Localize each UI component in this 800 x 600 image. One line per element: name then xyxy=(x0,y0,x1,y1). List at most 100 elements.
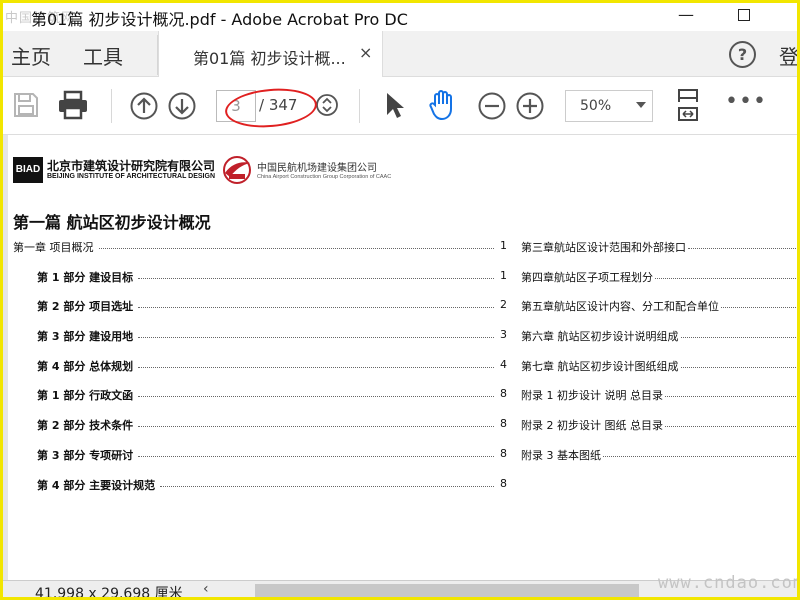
toc-entry-page: 8 xyxy=(500,417,507,431)
zoom-select[interactable]: 50% xyxy=(565,90,653,122)
chevron-down-icon xyxy=(636,102,646,108)
toc-leader xyxy=(138,447,494,457)
toc-entry-label: 第 2 部分 技术条件 xyxy=(37,419,134,433)
document-tab-label: 第01篇 初步设计概... xyxy=(193,49,346,68)
toolbar-separator xyxy=(111,89,112,123)
close-tab-button[interactable]: × xyxy=(359,43,372,62)
toc-entry-page: 2 xyxy=(500,298,507,312)
hand-tool-icon[interactable] xyxy=(427,89,459,121)
document-heading: 第一篇 航站区初步设计概况 xyxy=(13,213,211,232)
toc-entry-label: 第四章航站区子项工程划分 xyxy=(521,270,653,284)
toc-entry-label: 第一章 项目概况 xyxy=(13,241,94,254)
toc-entry-label: 第五章航站区设计内容、分工和配合单位 xyxy=(521,300,719,314)
toc-entry[interactable]: 第 4 部分 主要设计规范 8 xyxy=(13,477,507,507)
toc-leader xyxy=(664,387,797,398)
maximize-icon xyxy=(738,9,750,21)
toc-entry[interactable]: 第 2 部分 技术条件 8 xyxy=(13,417,507,447)
scroll-left-button[interactable]: ‹ xyxy=(203,581,209,597)
toc-leader xyxy=(160,477,494,487)
fit-page-icon[interactable] xyxy=(675,88,701,124)
toc-entry[interactable]: 第 4 部分 总体规划 4 xyxy=(13,358,507,388)
toc-leader xyxy=(138,387,494,398)
toc-left-column: 第一章 项目概况 1 第 1 部分 建设目标 1 第 2 部分 项目选址 2 第 3 … xyxy=(13,239,507,506)
toc-leader xyxy=(138,328,494,339)
page-stepper-icon[interactable] xyxy=(315,93,339,117)
toc-entry[interactable]: 第 2 部分 项目选址 2 xyxy=(13,298,507,328)
page-dimensions: 41.998 x 29.698 厘米 xyxy=(35,586,183,600)
toc-entry-label: 第 3 部分 专项研讨 xyxy=(37,448,134,462)
document-tab[interactable]: 第01篇 初步设计概... × xyxy=(158,31,383,78)
toolbar: 3 / 347 50% ••• xyxy=(3,77,797,135)
toc-entry[interactable]: 第 1 部分 建设目标 1 xyxy=(13,269,507,299)
zoom-value: 50% xyxy=(580,98,612,114)
next-page-icon[interactable] xyxy=(167,91,197,121)
toc-entry[interactable]: 附录 3 基本图纸 xyxy=(521,447,797,477)
zoom-out-icon[interactable] xyxy=(477,91,507,121)
toc-entry-label: 第 2 部分 项目选址 xyxy=(37,300,134,314)
toc-leader xyxy=(680,358,797,368)
toc-entry-label: 第 4 部分 总体规划 xyxy=(37,359,134,373)
toc-leader xyxy=(138,298,494,309)
toc-entry[interactable]: 第 3 部分 专项研讨 8 xyxy=(13,447,507,477)
toc-entry[interactable]: 第六章 航站区初步设计说明组成 xyxy=(521,328,797,358)
toc-entry-page: 4 xyxy=(500,357,507,371)
toc-leader xyxy=(138,269,494,279)
menu-tools[interactable]: 工具 xyxy=(83,41,123,70)
toc-entry-label: 第六章 航站区初步设计说明组成 xyxy=(521,330,679,344)
toc-entry-page: 8 xyxy=(500,446,507,460)
toc-entry-label: 第 4 部分 主要设计规范 xyxy=(37,478,156,492)
menu-tab-bar: 主页 工具 第01篇 初步设计概... × ? 登 xyxy=(3,31,797,78)
toc-entry-page: 3 xyxy=(500,328,507,342)
watermark-bottom-right: www.cndao.com xyxy=(658,573,800,593)
toc-entry[interactable]: 第四章航站区子项工程划分 xyxy=(521,269,797,299)
toc-entry-page: 8 xyxy=(500,387,507,401)
toc-entry[interactable]: 第五章航站区设计内容、分工和配合单位 xyxy=(521,298,797,328)
toc-leader xyxy=(138,417,494,428)
toc-leader xyxy=(680,328,797,339)
toolbar-separator xyxy=(359,89,360,123)
maximize-button[interactable] xyxy=(721,3,767,29)
toc-leader xyxy=(664,417,797,428)
document-header-logos: BIAD 北京市建筑设计研究院有限公司 BEIJING INSTITUTE OF… xyxy=(13,156,413,187)
toc-entry-label: 第三章航站区设计范围和外部接口 xyxy=(521,241,686,254)
zoom-in-icon[interactable] xyxy=(515,91,545,121)
toc-right-column: 第三章航站区设计范围和外部接口 第四章航站区子项工程划分 第五章航站区设计内容、… xyxy=(521,239,797,477)
toc-entry[interactable]: 第 3 部分 建设用地 3 xyxy=(13,328,507,358)
menu-home[interactable]: 主页 xyxy=(11,41,51,70)
login-button[interactable]: 登 xyxy=(779,41,797,70)
org2-name-cn: 中国民航机场建设集团公司 xyxy=(257,163,377,174)
title-bar: 中国建筑网 第01篇 初步设计概况.pdf - Adobe Acrobat Pr… xyxy=(3,3,797,31)
toc-entry[interactable]: 附录 1 初步设计 说明 总目录 xyxy=(521,387,797,417)
toc-leader xyxy=(721,298,797,309)
document-view[interactable]: BIAD 北京市建筑设计研究院有限公司 BEIJING INSTITUTE OF… xyxy=(3,135,797,580)
toc-entry-label: 附录 1 初步设计 说明 总目录 xyxy=(521,389,663,403)
toc-entry[interactable]: 第七章 航站区初步设计图纸组成 xyxy=(521,358,797,388)
previous-page-icon[interactable] xyxy=(129,91,159,121)
save-icon[interactable] xyxy=(13,92,39,118)
help-icon[interactable]: ? xyxy=(729,41,756,68)
toc-entry-label: 第 1 部分 行政文函 xyxy=(37,389,134,403)
select-cursor-icon[interactable] xyxy=(383,91,407,121)
org1-name-cn: 北京市建筑设计研究院有限公司 xyxy=(47,159,216,173)
acrobat-window: 中国建筑网 第01篇 初步设计概况.pdf - Adobe Acrobat Pr… xyxy=(0,0,800,600)
toc-leader xyxy=(688,239,797,249)
toc-entry-label: 第七章 航站区初步设计图纸组成 xyxy=(521,359,679,373)
horizontal-scrollbar[interactable] xyxy=(255,584,639,597)
caac-logo-icon xyxy=(223,156,251,184)
toc-entry[interactable]: 第 1 部分 行政文函 8 xyxy=(13,387,507,417)
org1-name-en: BEIJING INSTITUTE OF ARCHITECTURAL DESIG… xyxy=(47,173,216,180)
print-icon[interactable] xyxy=(57,90,89,120)
toc-entry-label: 附录 2 初步设计 图纸 总目录 xyxy=(521,419,663,433)
more-options-icon[interactable]: ••• xyxy=(725,89,767,114)
toc-entry-label: 第 1 部分 建设目标 xyxy=(37,270,134,284)
window-title: 第01篇 初步设计概况.pdf - Adobe Acrobat Pro DC xyxy=(31,10,408,29)
toc-entry[interactable]: 第三章航站区设计范围和外部接口 xyxy=(521,239,797,269)
toc-entry-page: 1 xyxy=(500,239,507,252)
toc-entry-label: 第 3 部分 建设用地 xyxy=(37,330,134,344)
toc-entry[interactable]: 附录 2 初步设计 图纸 总目录 xyxy=(521,417,797,447)
minimize-button[interactable]: — xyxy=(663,3,709,29)
toc-entry[interactable]: 第一章 项目概况 1 xyxy=(13,239,507,269)
toc-leader xyxy=(138,358,494,368)
toc-entry-page: 8 xyxy=(500,476,507,490)
biad-logo: BIAD xyxy=(13,157,43,183)
